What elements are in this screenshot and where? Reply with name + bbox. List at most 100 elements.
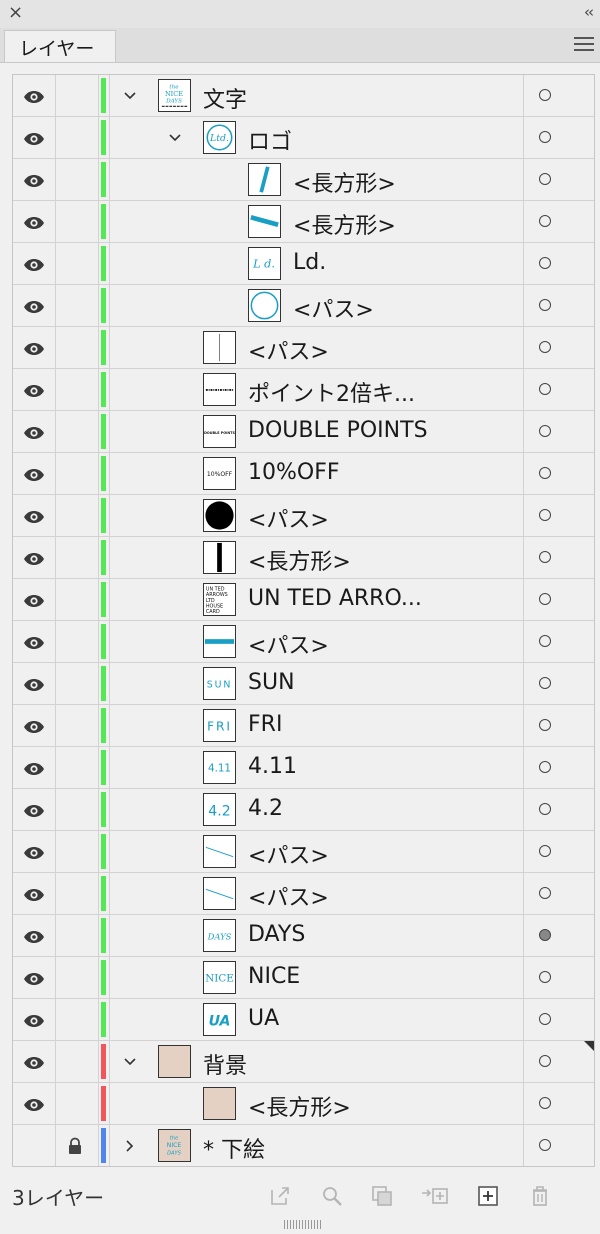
layer-name[interactable]: <パス>	[248, 334, 329, 366]
lock-toggle[interactable]	[56, 537, 99, 578]
layer-row[interactable]: UA UA	[13, 999, 594, 1041]
layer-row[interactable]: <長方形>	[13, 201, 594, 243]
visibility-toggle[interactable]	[13, 1041, 56, 1082]
lock-toggle[interactable]	[56, 663, 99, 704]
lock-toggle[interactable]	[56, 117, 99, 158]
visibility-toggle[interactable]	[13, 705, 56, 746]
layer-name[interactable]: FRI	[248, 712, 282, 737]
lock-toggle[interactable]	[56, 201, 99, 242]
layer-name[interactable]: 文字	[203, 82, 247, 114]
layer-name[interactable]: <長方形>	[293, 166, 396, 198]
layer-row[interactable]: 4.2 4.2	[13, 789, 594, 831]
layer-name[interactable]: 背景	[203, 1048, 247, 1080]
layer-row[interactable]: NICE NICE	[13, 957, 594, 999]
lock-toggle[interactable]	[56, 1041, 99, 1082]
layer-row[interactable]: L d. Ld.	[13, 243, 594, 285]
target-circle-icon[interactable]	[539, 1013, 551, 1025]
visibility-toggle[interactable]	[13, 1125, 56, 1166]
target-circle-icon[interactable]	[539, 89, 551, 101]
lock-toggle[interactable]	[56, 957, 99, 998]
panel-menu-icon[interactable]	[574, 37, 594, 51]
layer-row[interactable]: the NICE DAYS * 下絵	[13, 1125, 594, 1166]
layer-name[interactable]: NICE	[248, 964, 300, 989]
visibility-toggle[interactable]	[13, 915, 56, 956]
target-circle-icon[interactable]	[539, 971, 551, 983]
visibility-toggle[interactable]	[13, 957, 56, 998]
layer-name[interactable]: <長方形>	[248, 544, 351, 576]
target-circle-icon[interactable]	[539, 1139, 551, 1151]
target-circle-icon[interactable]	[539, 929, 551, 941]
layer-row[interactable]: <パス>	[13, 873, 594, 915]
layer-row[interactable]: <長方形>	[13, 1083, 594, 1125]
lock-toggle[interactable]	[56, 705, 99, 746]
target-circle-icon[interactable]	[539, 1097, 551, 1109]
layer-name[interactable]: * 下絵	[203, 1132, 265, 1164]
target-circle-icon[interactable]	[539, 551, 551, 563]
target-circle-icon[interactable]	[539, 257, 551, 269]
layer-name[interactable]: UA	[248, 1006, 279, 1031]
visibility-toggle[interactable]	[13, 285, 56, 326]
layer-row[interactable]: DOUBLE POINTS DOUBLE POINTS	[13, 411, 594, 453]
visibility-toggle[interactable]	[13, 75, 56, 116]
visibility-toggle[interactable]	[13, 159, 56, 200]
layer-row[interactable]: 背景	[13, 1041, 594, 1083]
visibility-toggle[interactable]	[13, 495, 56, 536]
visibility-toggle[interactable]	[13, 117, 56, 158]
target-circle-icon[interactable]	[539, 215, 551, 227]
layer-name[interactable]: UN TED ARRO...	[248, 586, 422, 611]
layer-row[interactable]: Ltd. ロゴ	[13, 117, 594, 159]
layer-name[interactable]: <パス>	[248, 502, 329, 534]
lock-toggle[interactable]	[56, 579, 99, 620]
target-circle-icon[interactable]	[539, 131, 551, 143]
lock-toggle[interactable]	[56, 327, 99, 368]
lock-toggle[interactable]	[56, 831, 99, 872]
layer-row[interactable]: UN TED ARROWS LTD HOUSE CARD UN TED ARRO...	[13, 579, 594, 621]
target-circle-icon[interactable]	[539, 719, 551, 731]
target-circle-icon[interactable]	[539, 1055, 551, 1067]
visibility-toggle[interactable]	[13, 411, 56, 452]
visibility-toggle[interactable]	[13, 369, 56, 410]
target-circle-icon[interactable]	[539, 299, 551, 311]
move-to-layer-icon[interactable]	[420, 1184, 450, 1208]
lock-toggle[interactable]	[56, 243, 99, 284]
close-icon[interactable]: ×	[8, 2, 23, 23]
visibility-toggle[interactable]	[13, 873, 56, 914]
chevron-down-icon[interactable]	[168, 130, 182, 144]
layer-name[interactable]: Ld.	[293, 250, 326, 275]
lock-toggle[interactable]	[56, 159, 99, 200]
lock-toggle[interactable]	[56, 1125, 99, 1166]
search-icon[interactable]	[320, 1184, 344, 1208]
layer-name[interactable]: <長方形>	[248, 1090, 351, 1122]
visibility-toggle[interactable]	[13, 537, 56, 578]
lock-toggle[interactable]	[56, 495, 99, 536]
lock-toggle[interactable]	[56, 369, 99, 410]
target-circle-icon[interactable]	[539, 173, 551, 185]
target-circle-icon[interactable]	[539, 803, 551, 815]
layer-name[interactable]: <パス>	[248, 628, 329, 660]
collapse-icon[interactable]: ‹‹	[584, 3, 594, 21]
visibility-toggle[interactable]	[13, 747, 56, 788]
chevron-down-icon[interactable]	[123, 88, 137, 102]
lock-toggle[interactable]	[56, 915, 99, 956]
layer-name[interactable]: ロゴ	[248, 124, 292, 156]
visibility-toggle[interactable]	[13, 453, 56, 494]
lock-toggle[interactable]	[56, 411, 99, 452]
layer-name[interactable]: 10%OFF	[248, 460, 340, 485]
layer-row[interactable]: ポイント2倍キ...	[13, 369, 594, 411]
visibility-toggle[interactable]	[13, 201, 56, 242]
layer-name[interactable]: <パス>	[293, 292, 374, 324]
target-circle-icon[interactable]	[539, 509, 551, 521]
chevron-right-icon[interactable]	[123, 1138, 137, 1152]
layer-name[interactable]: DOUBLE POINTS	[248, 418, 428, 443]
target-circle-icon[interactable]	[539, 593, 551, 605]
layer-name[interactable]: <パス>	[248, 838, 329, 870]
target-circle-icon[interactable]	[539, 887, 551, 899]
trash-icon[interactable]	[528, 1184, 552, 1208]
visibility-toggle[interactable]	[13, 999, 56, 1040]
visibility-toggle[interactable]	[13, 621, 56, 662]
target-circle-icon[interactable]	[539, 383, 551, 395]
lock-toggle[interactable]	[56, 621, 99, 662]
layer-row[interactable]: SUN SUN	[13, 663, 594, 705]
chevron-down-icon[interactable]	[123, 1054, 137, 1068]
layer-row[interactable]: <パス>	[13, 327, 594, 369]
